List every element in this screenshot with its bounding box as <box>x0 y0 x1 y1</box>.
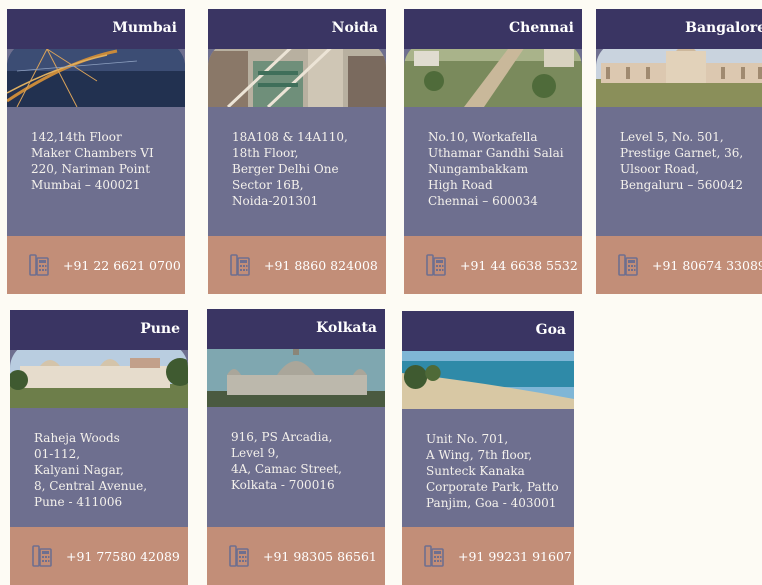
address-line: Panjim, Goa - 403001 <box>426 496 557 510</box>
phone-bar[interactable]: +91 8860 824008 <box>208 236 386 294</box>
address-line: Ulsoor Road, <box>620 162 700 176</box>
office-card-mumbai: Mumbai 142,14th Floor Maker Chambers VI … <box>7 9 185 294</box>
address-line: 18A108 & 14A110, <box>232 130 348 144</box>
city-photo <box>596 41 762 107</box>
address-line: Sunteck Kanaka <box>426 464 525 478</box>
phone-number[interactable]: +91 80674 33089 <box>652 258 762 273</box>
city-name: Goa <box>402 311 574 351</box>
city-photo <box>207 341 385 407</box>
desk-phone-icon <box>229 545 249 567</box>
phone-number[interactable]: +91 98305 86561 <box>263 549 377 564</box>
phone-bar[interactable]: +91 22 6621 0700 <box>7 236 185 294</box>
address-line: 142,14th Floor <box>31 130 122 144</box>
phone-number[interactable]: +91 99231 91607 <box>458 549 572 564</box>
desk-phone-icon <box>424 545 444 567</box>
address-line: Kolkata - 700016 <box>231 478 335 492</box>
phone-number[interactable]: +91 22 6621 0700 <box>63 258 181 273</box>
office-address: 142,14th Floor Maker Chambers VI 220, Na… <box>7 107 185 193</box>
desk-phone-icon <box>230 254 250 276</box>
office-card-goa: Goa Unit No. 701, A Wing, 7th floor, Sun… <box>402 311 574 585</box>
address-line: A Wing, 7th floor, <box>426 448 533 462</box>
city-photo <box>402 343 574 409</box>
address-line: Noida-201301 <box>232 194 319 208</box>
phone-number[interactable]: +91 8860 824008 <box>264 258 378 273</box>
phone-bar[interactable]: +91 80674 33089 <box>596 236 762 294</box>
phone-number[interactable]: +91 44 6638 5532 <box>460 258 578 273</box>
address-line: Maker Chambers VI <box>31 146 154 160</box>
office-address: Level 5, No. 501, Prestige Garnet, 36, U… <box>596 107 762 193</box>
address-line: Kalyani Nagar, <box>34 463 124 477</box>
phone-bar[interactable]: +91 77580 42089 <box>10 527 188 585</box>
address-line: Prestige Garnet, 36, <box>620 146 744 160</box>
office-address: Unit No. 701, A Wing, 7th floor, Sunteck… <box>402 409 574 511</box>
address-line: No.10, Workafella <box>428 130 538 144</box>
office-address: 916, PS Arcadia, Level 9, 4A, Camac Stre… <box>207 407 385 493</box>
office-address: Raheja Woods 01-112, Kalyani Nagar, 8, C… <box>10 408 188 510</box>
address-line: Bengaluru – 560042 <box>620 178 743 192</box>
phone-bar[interactable]: +91 98305 86561 <box>207 527 385 585</box>
phone-number[interactable]: +91 77580 42089 <box>66 549 180 564</box>
address-line: Level 9, <box>231 446 280 460</box>
office-card-kolkata: Kolkata 916, PS Arcadia, Level 9, 4A, Ca… <box>207 309 385 585</box>
address-line: 8, Central Avenue, <box>34 479 148 493</box>
city-name: Bangalore <box>596 9 762 49</box>
address-line: 220, Nariman Point <box>31 162 151 176</box>
address-line: Unit No. 701, <box>426 432 509 446</box>
address-line: Nungambakkam <box>428 162 529 176</box>
desk-phone-icon <box>426 254 446 276</box>
city-name: Noida <box>208 9 386 49</box>
office-locations-grid: Mumbai 142,14th Floor Maker Chambers VI … <box>0 0 762 585</box>
desk-phone-icon <box>32 545 52 567</box>
office-card-chennai: Chennai No.10, Workafella Uthamar Gandhi… <box>404 9 582 294</box>
address-line: 18th Floor, <box>232 146 299 160</box>
office-card-noida: Noida 18A108 & 14A110, 18th Floor, Berge… <box>208 9 386 294</box>
address-line: High Road <box>428 178 493 192</box>
address-line: Corporate Park, Patto <box>426 480 559 494</box>
city-photo <box>7 41 185 107</box>
address-line: Uthamar Gandhi Salai <box>428 146 564 160</box>
address-line: Mumbai – 400021 <box>31 178 141 192</box>
city-photo <box>404 41 582 107</box>
city-photo <box>208 41 386 107</box>
address-line: 916, PS Arcadia, <box>231 430 333 444</box>
address-line: Pune - 411006 <box>34 495 123 509</box>
address-line: Sector 16B, <box>232 178 304 192</box>
office-card-bangalore: Bangalore Level 5, No. 501, Prestige Gar… <box>596 9 762 294</box>
address-line: 4A, Camac Street, <box>231 462 342 476</box>
office-address: 18A108 & 14A110, 18th Floor, Berger Delh… <box>208 107 386 209</box>
city-name: Mumbai <box>7 9 185 49</box>
office-card-pune: Pune Raheja Woods 01-112, Kalyani Nagar,… <box>10 310 188 585</box>
address-line: Chennai – 600034 <box>428 194 538 208</box>
address-line: Level 5, No. 501, <box>620 130 724 144</box>
city-name: Kolkata <box>207 309 385 349</box>
desk-phone-icon <box>618 254 638 276</box>
address-line: Berger Delhi One <box>232 162 339 176</box>
phone-bar[interactable]: +91 99231 91607 <box>402 527 574 585</box>
address-line: Raheja Woods <box>34 431 120 445</box>
city-name: Pune <box>10 310 188 350</box>
desk-phone-icon <box>29 254 49 276</box>
city-name: Chennai <box>404 9 582 49</box>
office-address: No.10, Workafella Uthamar Gandhi Salai N… <box>404 107 582 209</box>
phone-bar[interactable]: +91 44 6638 5532 <box>404 236 582 294</box>
city-photo <box>10 342 188 408</box>
address-line: 01-112, <box>34 447 81 461</box>
